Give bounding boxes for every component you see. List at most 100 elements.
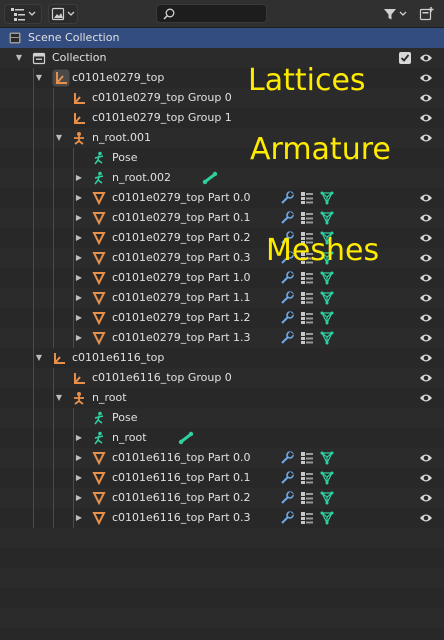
armature-data-row[interactable]: ▶ n_root (0, 428, 444, 448)
eye-icon[interactable] (419, 52, 433, 67)
mesh-row[interactable]: ▶ c0101e6116_top Part 0.0 (0, 448, 444, 468)
vertex-groups-icon[interactable] (300, 488, 314, 508)
eye-icon[interactable] (419, 272, 433, 287)
disclosure-collapsed-icon[interactable]: ▶ (74, 313, 84, 323)
disclosure-collapsed-icon[interactable]: ▶ (74, 253, 84, 263)
eye-icon[interactable] (419, 352, 433, 367)
mesh-row[interactable]: ▶ c0101e6116_top Part 0.1 (0, 468, 444, 488)
eye-icon[interactable] (419, 92, 433, 107)
eye-icon[interactable] (419, 372, 433, 387)
vertex-groups-icon[interactable] (300, 468, 314, 488)
filter-dropdown[interactable] (380, 4, 410, 24)
wrench-modifier-icon[interactable] (280, 288, 294, 308)
scene-collection-row[interactable]: Scene Collection (0, 28, 444, 48)
disclosure-expanded-icon[interactable]: ▼ (34, 73, 44, 83)
vertex-group-row[interactable]: c0101e6116_top Group 0 (0, 368, 444, 388)
chevron-down-icon (67, 11, 75, 16)
wrench-modifier-icon[interactable] (280, 488, 294, 508)
object-row[interactable]: ▼ c0101e6116_top (0, 348, 444, 368)
eye-icon[interactable] (419, 452, 433, 467)
wrench-modifier-icon[interactable] (280, 188, 294, 208)
mesh-data-icon[interactable] (320, 288, 334, 308)
mesh-data-icon[interactable] (320, 468, 334, 488)
mesh-row[interactable]: ▶ c0101e0279_top Part 1.1 (0, 288, 444, 308)
vertex-groups-icon[interactable] (300, 328, 314, 348)
eye-icon[interactable] (419, 252, 433, 267)
bone-icon[interactable] (178, 428, 194, 448)
disclosure-expanded-icon[interactable]: ▼ (34, 353, 44, 363)
mesh-row[interactable]: ▶ c0101e0279_top Part 1.0 (0, 268, 444, 288)
display-mode-dropdown[interactable] (4, 4, 42, 24)
new-collection-button[interactable] (416, 4, 438, 24)
wrench-modifier-icon[interactable] (280, 508, 294, 528)
wrench-modifier-icon[interactable] (280, 468, 294, 488)
disclosure-expanded-icon[interactable]: ▼ (54, 393, 64, 403)
mesh-row[interactable]: ▶ c0101e0279_top Part 1.3 (0, 328, 444, 348)
wrench-modifier-icon[interactable] (280, 268, 294, 288)
vertex-groups-icon[interactable] (300, 308, 314, 328)
vertex-groups-icon[interactable] (300, 288, 314, 308)
disclosure-collapsed-icon[interactable]: ▶ (74, 233, 84, 243)
disclosure-expanded-icon[interactable]: ▼ (14, 53, 24, 63)
vertex-groups-icon[interactable] (300, 208, 314, 228)
vertex-group-row[interactable]: c0101e0279_top Group 0 (0, 88, 444, 108)
eye-icon[interactable] (419, 312, 433, 327)
disclosure-collapsed-icon[interactable]: ▶ (74, 273, 84, 283)
mesh-data-icon[interactable] (320, 488, 334, 508)
mesh-data-icon[interactable] (320, 268, 334, 288)
mesh-data-icon[interactable] (320, 328, 334, 348)
eye-icon[interactable] (419, 212, 433, 227)
disclosure-collapsed-icon[interactable]: ▶ (74, 433, 84, 443)
disclosure-collapsed-icon[interactable]: ▶ (74, 193, 84, 203)
disclosure-collapsed-icon[interactable]: ▶ (74, 473, 84, 483)
eye-icon[interactable] (419, 472, 433, 487)
mesh-row[interactable]: ▶ c0101e0279_top Part 0.1 (0, 208, 444, 228)
filter-view-dropdown[interactable] (48, 4, 78, 24)
eye-icon[interactable] (419, 332, 433, 347)
collection-row[interactable]: ▼ Collection (0, 48, 444, 68)
vertex-groups-icon[interactable] (300, 268, 314, 288)
mesh-data-icon[interactable] (320, 308, 334, 328)
mesh-row[interactable]: ▶ c0101e0279_top Part 0.0 (0, 188, 444, 208)
disclosure-collapsed-icon[interactable]: ▶ (74, 493, 84, 503)
disclosure-collapsed-icon[interactable]: ▶ (74, 333, 84, 343)
disclosure-collapsed-icon[interactable]: ▶ (74, 513, 84, 523)
eye-icon[interactable] (419, 492, 433, 507)
tree-guide-line (53, 368, 54, 528)
mesh-data-icon[interactable] (320, 188, 334, 208)
eye-icon[interactable] (419, 512, 433, 527)
eye-icon[interactable] (419, 292, 433, 307)
eye-icon[interactable] (419, 232, 433, 247)
disclosure-expanded-icon[interactable]: ▼ (54, 133, 64, 143)
armature-row[interactable]: ▼ n_root (0, 388, 444, 408)
mesh-data-icon[interactable] (320, 208, 334, 228)
armature-data-row[interactable]: ▶ n_root.002 (0, 168, 444, 188)
mesh-row[interactable]: ▶ c0101e6116_top Part 0.3 (0, 508, 444, 528)
vertex-groups-icon[interactable] (300, 508, 314, 528)
mesh-data-icon[interactable] (320, 508, 334, 528)
wrench-modifier-icon[interactable] (280, 208, 294, 228)
eye-icon[interactable] (419, 72, 433, 87)
eye-icon[interactable] (419, 112, 433, 127)
vertex-groups-icon[interactable] (300, 448, 314, 468)
eye-icon[interactable] (419, 392, 433, 407)
vertex-group-row[interactable]: c0101e0279_top Group 1 (0, 108, 444, 128)
mesh-row[interactable]: ▶ c0101e0279_top Part 1.2 (0, 308, 444, 328)
wrench-modifier-icon[interactable] (280, 448, 294, 468)
vertex-groups-icon[interactable] (300, 188, 314, 208)
search-input[interactable] (156, 4, 267, 23)
eye-icon[interactable] (419, 192, 433, 207)
mesh-data-icon[interactable] (320, 448, 334, 468)
mesh-row[interactable]: ▶ c0101e6116_top Part 0.2 (0, 488, 444, 508)
disclosure-collapsed-icon[interactable]: ▶ (74, 173, 84, 183)
disclosure-collapsed-icon[interactable]: ▶ (74, 293, 84, 303)
exclude-checkbox[interactable] (399, 48, 411, 68)
disclosure-collapsed-icon[interactable]: ▶ (74, 453, 84, 463)
pose-row[interactable]: Pose (0, 408, 444, 428)
object-row[interactable]: ▼ c0101e0279_top (0, 68, 444, 88)
disclosure-collapsed-icon[interactable]: ▶ (74, 213, 84, 223)
wrench-modifier-icon[interactable] (280, 308, 294, 328)
eye-icon[interactable] (419, 132, 433, 147)
bone-icon[interactable] (202, 168, 218, 188)
wrench-modifier-icon[interactable] (280, 328, 294, 348)
